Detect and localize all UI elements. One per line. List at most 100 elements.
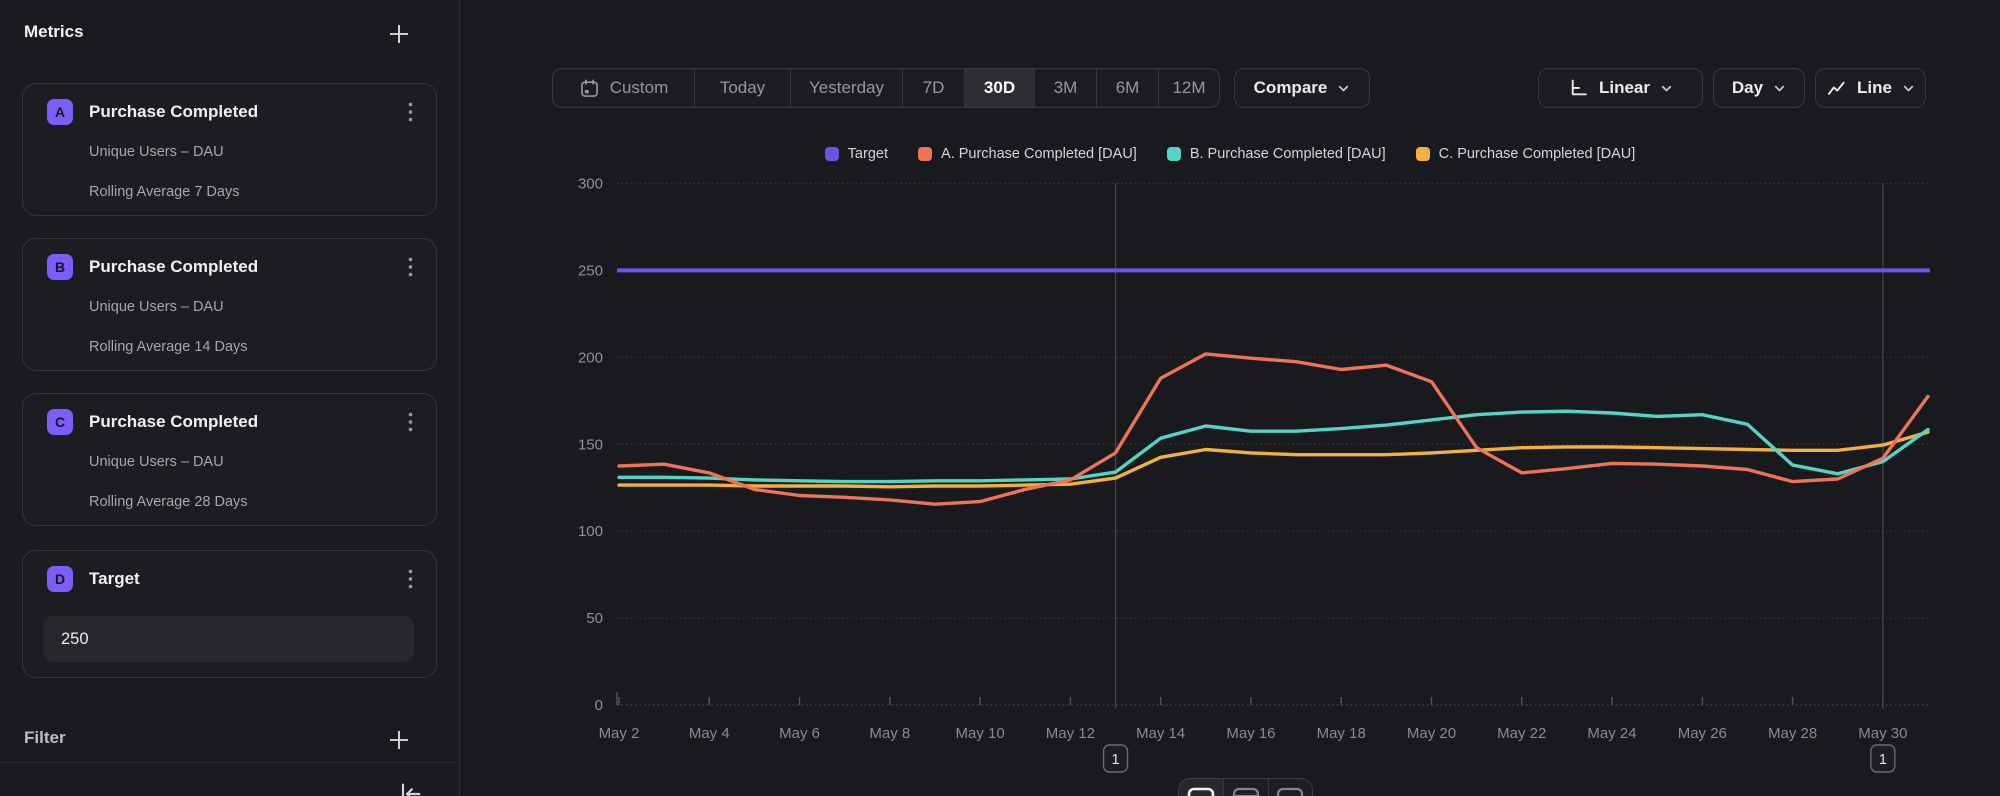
svg-text:100: 100 (578, 523, 603, 540)
kebab-menu-icon (408, 569, 413, 589)
svg-text:May 6: May 6 (779, 725, 820, 742)
kebab-menu-icon (408, 257, 413, 277)
svg-text:150: 150 (578, 436, 603, 453)
svg-text:May 28: May 28 (1768, 725, 1817, 742)
legend-swatch (918, 147, 932, 161)
svg-text:May 2: May 2 (599, 725, 640, 742)
range-6m[interactable]: 6M (1096, 69, 1158, 107)
svg-text:May 24: May 24 (1587, 725, 1636, 742)
metric-card-a[interactable]: A Purchase Completed Unique Users – DAU … (22, 83, 437, 216)
range-label: Yesterday (809, 78, 884, 98)
range-yesterday[interactable]: Yesterday (790, 69, 902, 107)
target-menu-button[interactable] (400, 567, 420, 591)
add-metric-button[interactable] (386, 21, 412, 47)
metric-badge: B (47, 254, 73, 280)
svg-text:May 30: May 30 (1858, 725, 1907, 742)
range-today[interactable]: Today (694, 69, 790, 107)
metric-title: Purchase Completed (89, 102, 258, 122)
chart-panel-icon (1187, 787, 1215, 796)
svg-text:200: 200 (578, 349, 603, 366)
range-3m[interactable]: 3M (1034, 69, 1096, 107)
collapse-sidebar-button[interactable] (396, 780, 424, 796)
svg-text:250: 250 (578, 262, 603, 279)
target-value-input[interactable] (43, 616, 414, 662)
chart-view-toggle (1178, 778, 1313, 796)
range-label: 7D (923, 78, 945, 98)
range-30d-active[interactable]: 30D (964, 69, 1034, 107)
metric-transform: Rolling Average 14 Days (89, 339, 248, 355)
range-12m[interactable]: 12M (1158, 69, 1219, 107)
metric-card-header: B Purchase Completed (47, 254, 258, 280)
legend-item-c[interactable]: C. Purchase Completed [DAU] (1416, 146, 1636, 162)
split-panel-icon (1232, 787, 1260, 796)
svg-text:1: 1 (1111, 752, 1119, 768)
legend-item-target[interactable]: Target (825, 146, 888, 162)
svg-text:50: 50 (586, 610, 603, 627)
metric-badge: A (47, 99, 73, 125)
chart-type-label: Line (1857, 78, 1892, 98)
metric-badge: D (47, 566, 73, 592)
range-label: 30D (984, 78, 1015, 98)
analytics-dashboard: Metrics A Purchase Completed Unique User… (0, 0, 2000, 796)
sidebar-title: Metrics (24, 22, 84, 42)
svg-text:May 20: May 20 (1407, 725, 1456, 742)
legend-label: A. Purchase Completed [DAU] (941, 146, 1137, 162)
legend-item-a[interactable]: A. Purchase Completed [DAU] (918, 146, 1137, 162)
kebab-menu-icon (408, 412, 413, 432)
metric-transform: Rolling Average 28 Days (89, 494, 248, 510)
collapse-sidebar-icon (396, 780, 424, 796)
range-7d[interactable]: 7D (902, 69, 964, 107)
axis-scale-icon (1568, 78, 1589, 99)
target-card[interactable]: D Target (22, 550, 437, 678)
metric-menu-button[interactable] (400, 100, 420, 124)
metric-menu-button[interactable] (400, 255, 420, 279)
svg-text:May 16: May 16 (1226, 725, 1275, 742)
add-filter-button[interactable] (386, 727, 412, 753)
legend-swatch (1167, 147, 1181, 161)
chart-type-selector-button[interactable]: Line (1815, 68, 1926, 108)
view-chart-button[interactable] (1179, 779, 1223, 796)
interval-selector-button[interactable]: Day (1713, 68, 1805, 108)
svg-text:May 8: May 8 (869, 725, 910, 742)
scale-selector-button[interactable]: Linear (1538, 68, 1703, 108)
line-chart-icon (1826, 78, 1847, 99)
metric-menu-button[interactable] (400, 410, 420, 434)
svg-text:May 10: May 10 (956, 725, 1005, 742)
range-label: 6M (1116, 78, 1140, 98)
sidebar-divider (0, 762, 460, 763)
compare-label: Compare (1254, 78, 1328, 98)
compare-button[interactable]: Compare (1234, 68, 1370, 108)
range-label: Custom (610, 78, 669, 98)
legend-item-b[interactable]: B. Purchase Completed [DAU] (1167, 146, 1386, 162)
scale-label: Linear (1599, 78, 1650, 98)
view-table-button[interactable] (1268, 779, 1312, 796)
svg-text:1: 1 (1879, 752, 1887, 768)
svg-text:0: 0 (595, 697, 603, 714)
calendar-icon (579, 78, 600, 99)
metric-card-header: C Purchase Completed (47, 409, 258, 435)
metrics-sidebar: Metrics A Purchase Completed Unique User… (0, 0, 460, 796)
metric-badge: C (47, 409, 73, 435)
metric-transform: Rolling Average 7 Days (89, 184, 239, 200)
metric-card-b[interactable]: B Purchase Completed Unique Users – DAU … (22, 238, 437, 371)
svg-text:300: 300 (578, 176, 603, 193)
chevron-down-icon (1337, 82, 1350, 95)
range-label: 3M (1054, 78, 1078, 98)
date-range-control: Custom Today Yesterday 7D 30D 3M 6M 12M (552, 68, 1220, 108)
legend-label: B. Purchase Completed [DAU] (1190, 146, 1386, 162)
chevron-down-icon (1773, 82, 1786, 95)
metric-card-c[interactable]: C Purchase Completed Unique Users – DAU … (22, 393, 437, 526)
range-custom[interactable]: Custom (553, 69, 694, 107)
interval-label: Day (1732, 78, 1763, 98)
table-panel-icon (1276, 787, 1304, 796)
range-label: Today (720, 78, 765, 98)
plus-icon (386, 727, 412, 753)
legend-label: C. Purchase Completed [DAU] (1439, 146, 1636, 162)
svg-text:May 22: May 22 (1497, 725, 1546, 742)
target-card-header: D Target (47, 566, 140, 592)
legend-swatch (1416, 147, 1430, 161)
chevron-down-icon (1660, 82, 1673, 95)
svg-text:May 18: May 18 (1317, 725, 1366, 742)
view-split-button[interactable] (1223, 779, 1267, 796)
metric-measure: Unique Users – DAU (89, 299, 224, 315)
